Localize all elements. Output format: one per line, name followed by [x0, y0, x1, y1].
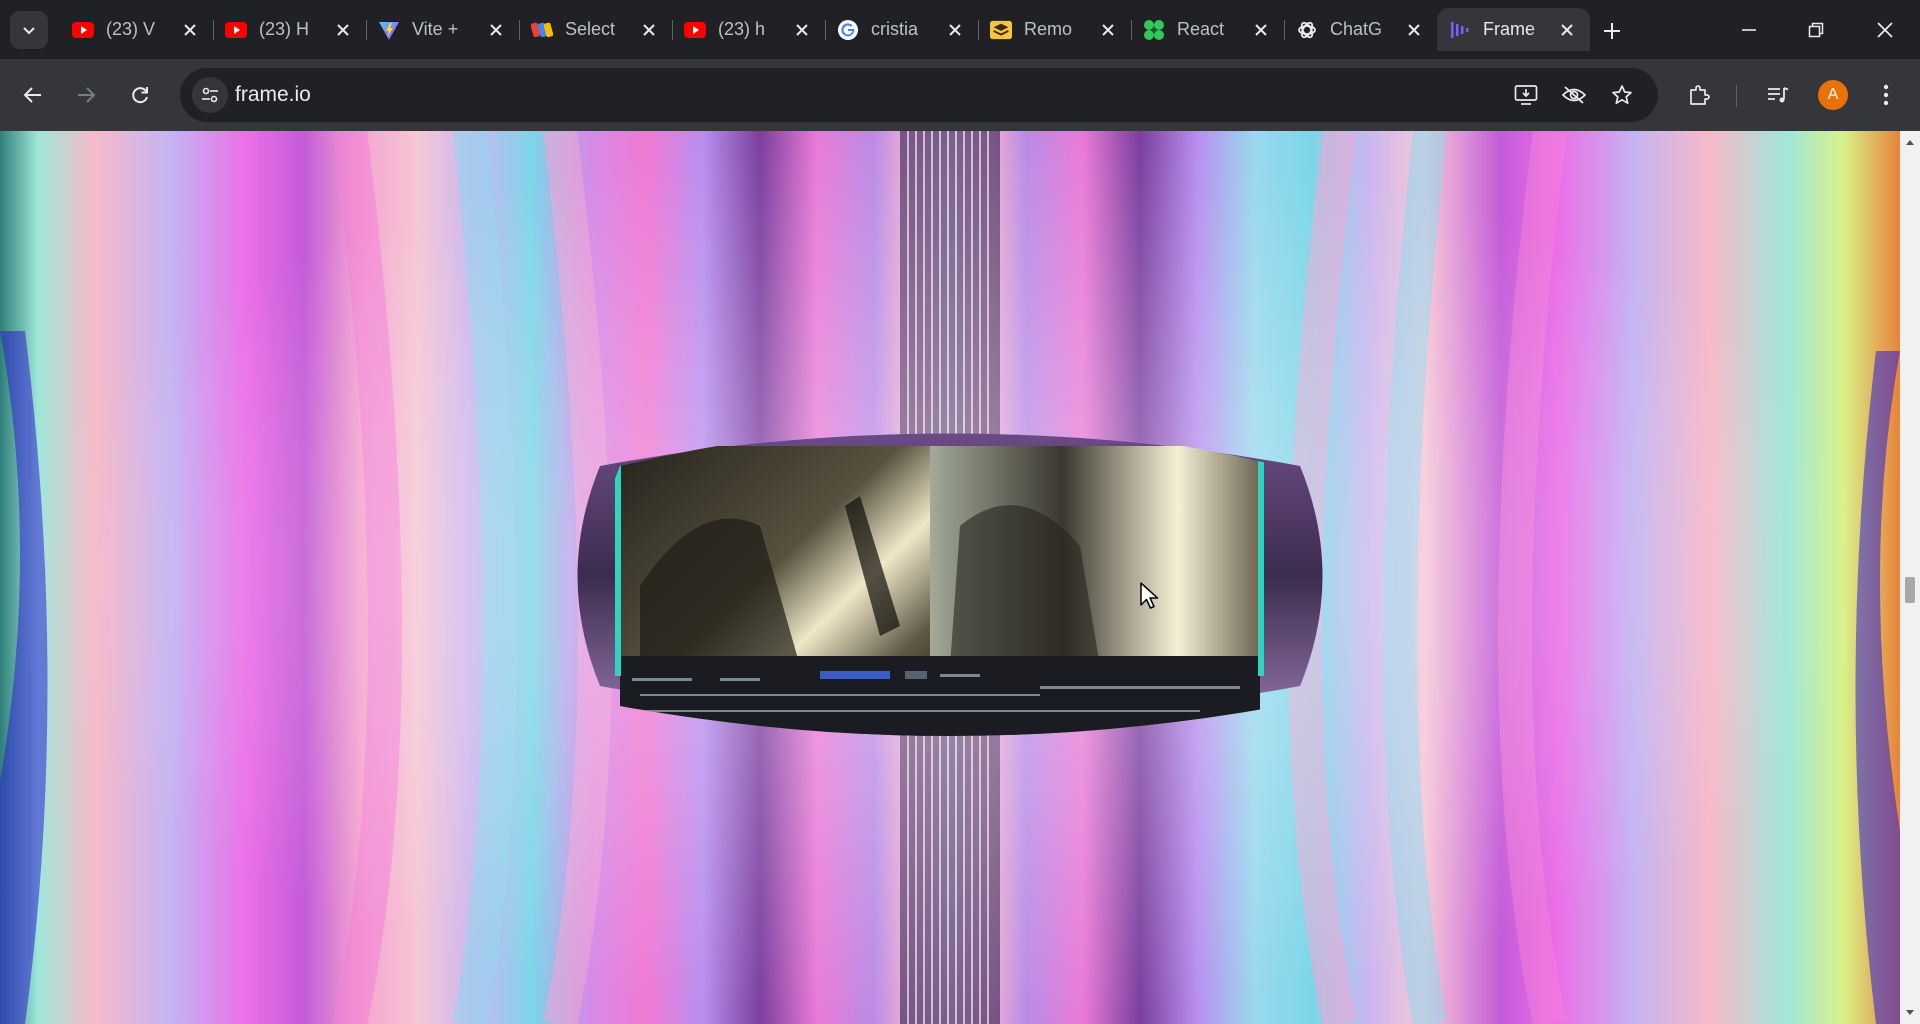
back-button[interactable] — [13, 75, 53, 115]
puzzle-icon — [1690, 85, 1710, 105]
reload-button[interactable] — [120, 75, 160, 115]
queue-music-icon — [1768, 87, 1789, 103]
tab-title: Select — [565, 19, 616, 39]
tab-strip: (23) V (23) H Vite + Select (23) h crist… — [0, 0, 1920, 59]
tab-title: (23) V — [106, 19, 156, 39]
install-app-button[interactable] — [1506, 75, 1546, 115]
google-icon — [837, 19, 859, 41]
tab-title: ChatG — [1330, 19, 1383, 39]
close-icon[interactable] — [179, 19, 201, 41]
arrow-left-icon — [23, 87, 41, 103]
close-icon[interactable] — [1097, 19, 1119, 41]
bookmark-button[interactable] — [1602, 75, 1642, 115]
tab-title: Frame — [1483, 19, 1536, 39]
tab-react[interactable]: React — [1131, 8, 1284, 51]
vite-icon — [378, 19, 400, 41]
multicolor-block-icon — [531, 19, 553, 41]
minimize-button[interactable] — [1716, 0, 1782, 59]
browser-menu-button[interactable] — [1866, 75, 1906, 115]
tab-vite[interactable]: Vite + — [366, 8, 519, 51]
scroll-up-arrow-icon[interactable] — [1904, 137, 1916, 149]
close-icon[interactable] — [332, 19, 354, 41]
scroll-down-arrow-icon[interactable] — [1904, 1006, 1916, 1018]
hero-visual — [0, 131, 1900, 1024]
profile-avatar[interactable]: A — [1818, 80, 1848, 110]
plus-icon — [1604, 23, 1620, 39]
tab-youtube-3[interactable]: (23) h — [672, 8, 825, 51]
youtube-icon — [72, 19, 94, 41]
close-icon — [1877, 21, 1893, 38]
close-icon[interactable] — [944, 19, 966, 41]
mouse-cursor-icon — [1140, 582, 1159, 609]
forward-button[interactable] — [66, 75, 106, 115]
scrollbar-thumb[interactable] — [1905, 577, 1915, 603]
tab-title: (23) h — [718, 19, 766, 39]
tab-list: (23) V (23) H Vite + Select (23) h crist… — [60, 8, 1590, 51]
toolbar-divider — [1736, 85, 1737, 107]
tab-google[interactable]: cristia — [825, 8, 978, 51]
tab-frameio[interactable]: Frame — [1437, 8, 1590, 51]
avatar-initial: A — [1827, 86, 1839, 103]
tab-search-button[interactable] — [10, 11, 48, 49]
youtube-icon — [684, 19, 706, 41]
star-icon — [1612, 85, 1632, 105]
tab-title: (23) H — [259, 19, 310, 39]
tab-chatgpt[interactable]: ChatG — [1284, 8, 1437, 51]
close-icon[interactable] — [1250, 19, 1272, 41]
browser-toolbar: frame.io A — [0, 59, 1920, 131]
site-info-button[interactable] — [192, 77, 228, 113]
reload-icon — [132, 87, 148, 104]
youtube-icon — [225, 19, 247, 41]
frameio-icon — [1449, 19, 1471, 41]
close-icon[interactable] — [638, 19, 660, 41]
close-icon[interactable] — [1403, 19, 1425, 41]
address-bar[interactable]: frame.io — [180, 68, 1658, 122]
close-icon[interactable] — [791, 19, 813, 41]
clover-icon — [1143, 19, 1165, 41]
page-viewport — [0, 131, 1920, 1024]
page-scrollbar[interactable] — [1900, 131, 1920, 1024]
openai-icon — [1296, 19, 1318, 41]
more-vert-icon — [1883, 84, 1889, 106]
new-tab-button[interactable] — [1597, 16, 1627, 46]
extensions-button[interactable] — [1679, 75, 1719, 115]
restore-icon — [1808, 22, 1824, 37]
tab-title: Vite + — [412, 19, 459, 39]
tab-select[interactable]: Select — [519, 8, 672, 51]
tune-icon — [202, 87, 218, 103]
stack-icon — [990, 19, 1012, 41]
tab-title: React — [1177, 19, 1225, 39]
url-text[interactable]: frame.io — [235, 83, 311, 107]
tracking-protection-button[interactable] — [1554, 75, 1594, 115]
close-window-button[interactable] — [1852, 0, 1918, 59]
close-icon[interactable] — [485, 19, 507, 41]
chevron-down-icon — [23, 27, 35, 35]
restore-button[interactable] — [1783, 0, 1849, 59]
tab-youtube-1[interactable]: (23) V — [60, 8, 213, 51]
tab-youtube-2[interactable]: (23) H — [213, 8, 366, 51]
install-icon — [1514, 85, 1538, 105]
tab-title: Remo — [1024, 19, 1073, 39]
eye-off-icon — [1562, 86, 1586, 104]
arrow-right-icon — [78, 87, 96, 103]
minimize-icon — [1742, 28, 1756, 31]
media-controls-button[interactable] — [1758, 75, 1798, 115]
close-icon[interactable] — [1556, 19, 1578, 41]
tab-title: cristia — [871, 19, 919, 39]
tab-remo[interactable]: Remo — [978, 8, 1131, 51]
